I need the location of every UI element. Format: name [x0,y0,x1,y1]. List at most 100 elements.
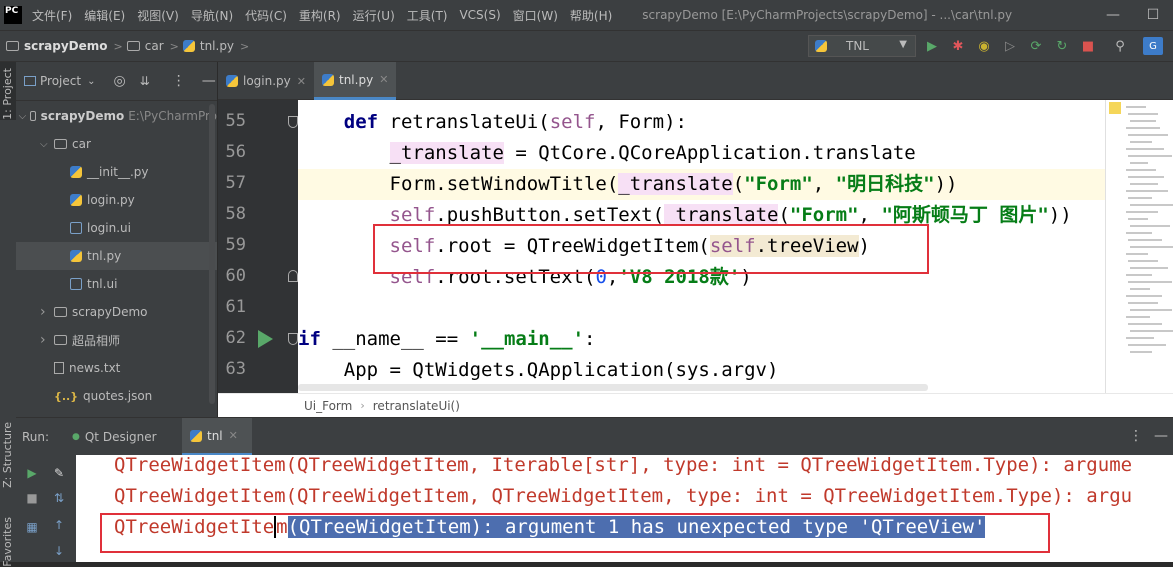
chevron-right-icon[interactable]: › [40,332,50,348]
tree-item-label: scrapyDemo [72,305,148,319]
breadcrumb-folder[interactable]: car > [126,39,183,53]
structure-tool-tab[interactable]: Z: Structure [1,422,14,488]
more-options-icon[interactable]: ⋮ [1129,428,1143,444]
layout-icon[interactable]: ▦ [24,519,40,535]
scrollbar[interactable] [209,104,215,404]
tab-login-py[interactable]: login.py ✕ [218,62,314,100]
menu-view[interactable]: 视图(V) [137,7,179,24]
minimap-line [1126,337,1154,339]
tree-item[interactable]: login.py [16,186,217,214]
menu-file[interactable]: 文件(F) [32,7,72,24]
run-gutter-icon[interactable] [258,330,273,348]
maximize-icon[interactable]: ☐ [1133,0,1173,30]
code-minimap[interactable] [1105,100,1173,393]
tree-item[interactable]: __init__.py [16,158,217,186]
menu-run[interactable]: 运行(U) [353,7,395,24]
arrow-up-icon[interactable]: ↑ [51,517,67,533]
chevron-right-icon[interactable]: › [40,304,50,320]
menu-vcs[interactable]: VCS(S) [459,8,500,22]
edit-config-icon[interactable]: ✎ [51,465,67,481]
code-line-63: App = QtWidgets.QApplication(sys.argv) [298,359,779,381]
locate-file-icon[interactable]: ◎ [113,73,125,89]
line-number: 60 [225,266,246,286]
tree-item-label: login.ui [87,221,131,235]
minimap-line [1126,169,1156,171]
stop-icon[interactable]: ■ [1079,37,1097,55]
dropdown-arrow-icon: ▼ [899,39,907,50]
tree-item[interactable]: news.txt [16,354,217,382]
tree-item[interactable]: tnl.ui [16,270,217,298]
coverage-icon[interactable]: ◉ [975,37,993,55]
rerun-icon[interactable]: ▶ [24,465,40,481]
python-config-icon [815,40,827,52]
horizontal-scrollbar[interactable] [298,384,928,391]
menu-navigate[interactable]: 导航(N) [191,7,233,24]
project-tool-tab[interactable]: 1: Project [1,68,14,120]
tree-item[interactable]: {..} quotes.json [16,382,217,410]
code-line-62: if __name__ == '__main__': [298,328,596,350]
tree-item[interactable]: ⌵ scrapyDemo E:\PyCharmPro [16,102,217,130]
close-icon[interactable]: ✕ [379,73,388,86]
translate-icon[interactable]: G [1143,37,1163,55]
hide-panel-icon[interactable]: — [1154,428,1168,444]
tab-tnl[interactable]: tnl ✕ [182,418,252,456]
rerun-icon[interactable]: ↻ [1053,37,1071,55]
project-view-select[interactable]: Project [40,74,81,88]
breadcrumb-method[interactable]: retranslateUi() [373,399,460,413]
sort-icon[interactable]: ⇅ [51,490,67,506]
profile-icon[interactable]: ▷ [1001,37,1019,55]
chevron-down-icon[interactable]: ⌵ [19,111,27,122]
tree-item[interactable]: tnl.py [16,242,217,270]
concurrency-icon[interactable]: ⟳ [1027,37,1045,55]
console-output[interactable]: QTreeWidgetItem(QTreeWidgetItem, Iterabl… [76,455,1173,562]
hide-panel-icon[interactable]: — [202,73,216,89]
close-icon[interactable]: ✕ [297,75,306,88]
ui-file-icon [70,222,82,234]
tree-item[interactable]: login.ui [16,214,217,242]
close-icon[interactable]: ✕ [229,429,238,442]
favorites-tool-tab[interactable]: Favorites [1,517,14,567]
menu-refactor[interactable]: 重构(R) [299,7,341,24]
breadcrumb-project[interactable]: scrapyDemo > [6,39,127,53]
minimap-line [1130,141,1152,143]
minimap-line [1128,134,1168,136]
warning-marker[interactable] [1109,102,1121,114]
debug-icon[interactable]: ✱ [949,37,967,55]
arrow-down-icon[interactable]: ↓ [51,543,67,559]
fold-icon[interactable] [288,333,298,345]
text-file-icon [54,362,64,374]
menu-code[interactable]: 代码(C) [245,7,287,24]
chevron-down-icon[interactable]: ⌵ [40,139,50,150]
menu-tools[interactable]: 工具(T) [407,7,448,24]
breadcrumb-file[interactable]: tnl.py > [182,39,253,53]
tab-tnl-py[interactable]: tnl.py ✕ [314,62,397,100]
menu-window[interactable]: 窗口(W) [513,7,558,24]
minimap-line [1128,113,1158,115]
tree-item[interactable]: ⌵ car [16,130,217,158]
folder-icon [54,139,67,149]
code-line-57: Form.setWindowTitle(_translate("Form", "… [298,169,1105,200]
code-editor[interactable]: def retranslateUi(self, Form): _translat… [298,100,1105,393]
minimap-line [1128,260,1158,262]
minimap-line [1126,211,1158,213]
collapse-all-icon[interactable]: ⇊ [140,74,150,88]
tree-item[interactable]: › scrapyDemo [16,298,217,326]
search-icon[interactable]: ⚲ [1111,37,1129,55]
json-file-icon: {..} [54,389,79,403]
code-line-56: _translate = QtCore.QCoreApplication.tra… [389,142,916,164]
minimize-icon[interactable]: — [1093,0,1133,30]
more-options-icon[interactable]: ⋮ [172,73,186,89]
chevron-down-icon[interactable]: ⌄ [87,76,95,87]
stop-icon[interactable]: ■ [24,490,40,506]
run-icon[interactable]: ▶ [923,37,941,55]
menu-help[interactable]: 帮助(H) [570,7,612,24]
tree-item[interactable]: › 超品相师 [16,326,217,354]
line-number: 58 [225,204,246,224]
qt-icon: ● [72,432,80,442]
fold-icon[interactable] [288,270,298,282]
menu-edit[interactable]: 编辑(E) [84,7,125,24]
fold-icon[interactable] [288,116,298,128]
run-configuration-select[interactable]: TNL ▼ [808,35,916,57]
breadcrumb-class[interactable]: Ui_Form [304,399,352,413]
tab-qt-designer[interactable]: ● Qt Designer [72,418,157,456]
